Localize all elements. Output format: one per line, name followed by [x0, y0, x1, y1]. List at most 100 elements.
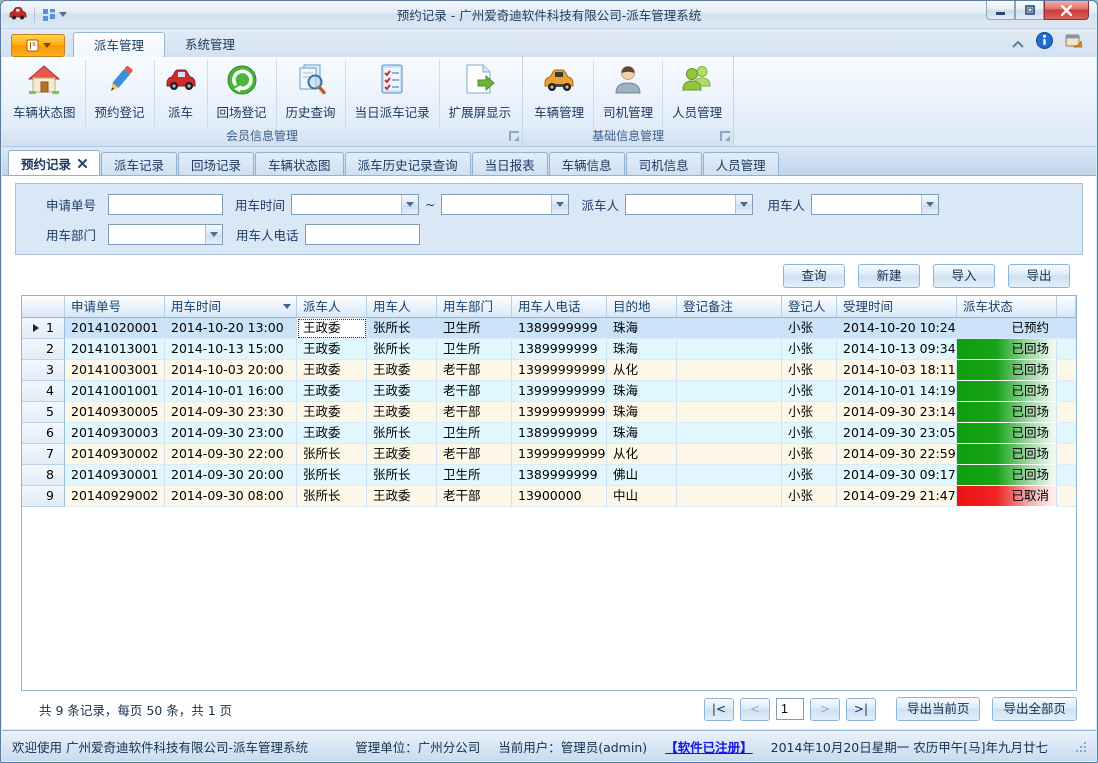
close-button[interactable]: [1044, 1, 1089, 20]
prev-page-button[interactable]: <: [740, 698, 770, 721]
document-tab[interactable]: 派车历史记录查询: [345, 152, 471, 175]
table-cell[interactable]: 小张: [782, 486, 837, 507]
table-cell[interactable]: 小张: [782, 423, 837, 444]
chevron-down-icon[interactable]: [921, 195, 938, 214]
ribbon-button[interactable]: 司机管理: [594, 60, 663, 128]
table-cell[interactable]: 1389999999: [512, 318, 607, 339]
import-button[interactable]: 导入: [933, 264, 995, 288]
chevron-down-icon[interactable]: [551, 195, 568, 214]
table-cell[interactable]: 卫生所: [437, 318, 512, 339]
ribbon-button[interactable]: 车辆状态图: [4, 60, 86, 128]
table-cell[interactable]: [677, 465, 782, 486]
table-cell[interactable]: 从化: [607, 444, 677, 465]
table-cell[interactable]: 13999999999: [512, 360, 607, 381]
document-tab[interactable]: 司机信息: [626, 152, 702, 175]
column-header[interactable]: 目的地: [607, 296, 677, 318]
document-tab[interactable]: 回场记录: [178, 152, 254, 175]
table-cell[interactable]: 2014-09-30 20:00: [165, 465, 297, 486]
ribbon-button[interactable]: 当日派车记录: [346, 60, 440, 128]
table-cell[interactable]: 珠海: [607, 339, 677, 360]
info-icon[interactable]: [1036, 32, 1053, 53]
table-row[interactable]: 3201410030012014-10-03 20:00王政委王政委老干部139…: [22, 360, 1076, 381]
document-tab[interactable]: 当日报表: [472, 152, 548, 175]
table-cell[interactable]: 老干部: [437, 360, 512, 381]
table-cell[interactable]: [677, 318, 782, 339]
collapse-ribbon-icon[interactable]: [1012, 33, 1024, 52]
table-cell[interactable]: 2014-10-01 16:00: [165, 381, 297, 402]
table-cell[interactable]: 20141020001: [65, 318, 165, 339]
query-button[interactable]: 查询: [783, 264, 845, 288]
table-cell[interactable]: 20140929002: [65, 486, 165, 507]
table-cell[interactable]: 小张: [782, 465, 837, 486]
table-cell[interactable]: 王政委: [367, 381, 437, 402]
column-header[interactable]: 派车人: [297, 296, 367, 318]
table-cell[interactable]: 张所长: [297, 486, 367, 507]
dialog-launcher-icon[interactable]: [720, 131, 730, 141]
dialog-launcher-icon[interactable]: [509, 131, 519, 141]
table-cell[interactable]: 20141013001: [65, 339, 165, 360]
table-cell[interactable]: 2014-10-03 20:00: [165, 360, 297, 381]
table-cell[interactable]: 2014-09-29 21:47: [837, 486, 957, 507]
table-cell[interactable]: 王政委: [367, 360, 437, 381]
table-cell[interactable]: 13999999999: [512, 444, 607, 465]
table-cell[interactable]: 中山: [607, 486, 677, 507]
table-row[interactable]: 7201409300022014-09-30 22:00张所长王政委老干部139…: [22, 444, 1076, 465]
table-cell[interactable]: 2014-10-13 15:00: [165, 339, 297, 360]
table-row[interactable]: 9201409290022014-09-30 08:00张所长王政委老干部139…: [22, 486, 1076, 507]
close-icon[interactable]: [78, 156, 87, 171]
table-cell[interactable]: [677, 486, 782, 507]
ribbon-button[interactable]: 历史查询: [277, 60, 346, 128]
table-cell[interactable]: 13999999999: [512, 381, 607, 402]
table-cell[interactable]: 张所长: [367, 339, 437, 360]
apply-no-input[interactable]: [108, 194, 223, 215]
table-cell[interactable]: 王政委: [297, 423, 367, 444]
table-cell[interactable]: [677, 381, 782, 402]
table-cell[interactable]: 1389999999: [512, 339, 607, 360]
table-cell[interactable]: 2014-10-03 18:11: [837, 360, 957, 381]
column-header[interactable]: 用车部门: [437, 296, 512, 318]
next-page-button[interactable]: >: [810, 698, 840, 721]
chevron-down-icon[interactable]: [205, 225, 222, 244]
table-cell[interactable]: 佛山: [607, 465, 677, 486]
document-tab[interactable]: 人员管理: [703, 152, 779, 175]
table-cell[interactable]: 2014-10-13 09:34: [837, 339, 957, 360]
column-header[interactable]: 用车人: [367, 296, 437, 318]
table-cell[interactable]: 卫生所: [437, 339, 512, 360]
use-time-from-select[interactable]: [291, 194, 419, 215]
document-tab[interactable]: 派车记录: [101, 152, 177, 175]
table-cell[interactable]: 王政委: [297, 339, 367, 360]
table-cell[interactable]: 珠海: [607, 402, 677, 423]
table-cell[interactable]: 2014-09-30 23:30: [165, 402, 297, 423]
table-row[interactable]: 8201409300012014-09-30 20:00张所长张所长卫生所138…: [22, 465, 1076, 486]
ribbon-button[interactable]: 回场登记: [208, 60, 277, 128]
resize-grip[interactable]: [1074, 740, 1086, 752]
table-cell[interactable]: 王政委: [297, 318, 367, 339]
table-row[interactable]: 6201409300032014-09-30 23:00王政委张所长卫生所138…: [22, 423, 1076, 444]
table-cell[interactable]: [677, 402, 782, 423]
table-cell[interactable]: 张所长: [367, 465, 437, 486]
skin-icon[interactable]: [1065, 33, 1083, 53]
table-cell[interactable]: 2014-09-30 23:14: [837, 402, 957, 423]
table-row[interactable]: 1201410200012014-10-20 13:00王政委张所长卫生所138…: [22, 318, 1076, 339]
dispatcher-select[interactable]: [625, 194, 753, 215]
table-cell[interactable]: 张所长: [367, 423, 437, 444]
table-row[interactable]: 5201409300052014-09-30 23:30王政委王政委老干部139…: [22, 402, 1076, 423]
sort-arrow-icon[interactable]: [283, 304, 291, 309]
use-time-to-select[interactable]: [441, 194, 569, 215]
table-cell[interactable]: 2014-09-30 08:00: [165, 486, 297, 507]
column-header[interactable]: 申请单号: [65, 296, 165, 318]
column-header[interactable]: 登记备注: [677, 296, 782, 318]
table-cell[interactable]: 张所长: [297, 465, 367, 486]
table-cell[interactable]: 20141003001: [65, 360, 165, 381]
column-header[interactable]: 受理时间: [837, 296, 957, 318]
minimize-button[interactable]: [986, 1, 1015, 20]
page-number-input[interactable]: [776, 698, 804, 720]
column-header[interactable]: 登记人: [782, 296, 837, 318]
table-cell[interactable]: 2014-10-20 13:00: [165, 318, 297, 339]
ribbon-button[interactable]: 预约登记: [86, 60, 155, 128]
ribbon-tab[interactable]: 系统管理: [165, 32, 255, 57]
table-cell[interactable]: 老干部: [437, 486, 512, 507]
export-all-pages-button[interactable]: 导出全部页: [992, 697, 1077, 721]
ribbon-button[interactable]: 扩展屏显示: [440, 60, 521, 128]
document-tab[interactable]: 车辆状态图: [255, 152, 344, 175]
